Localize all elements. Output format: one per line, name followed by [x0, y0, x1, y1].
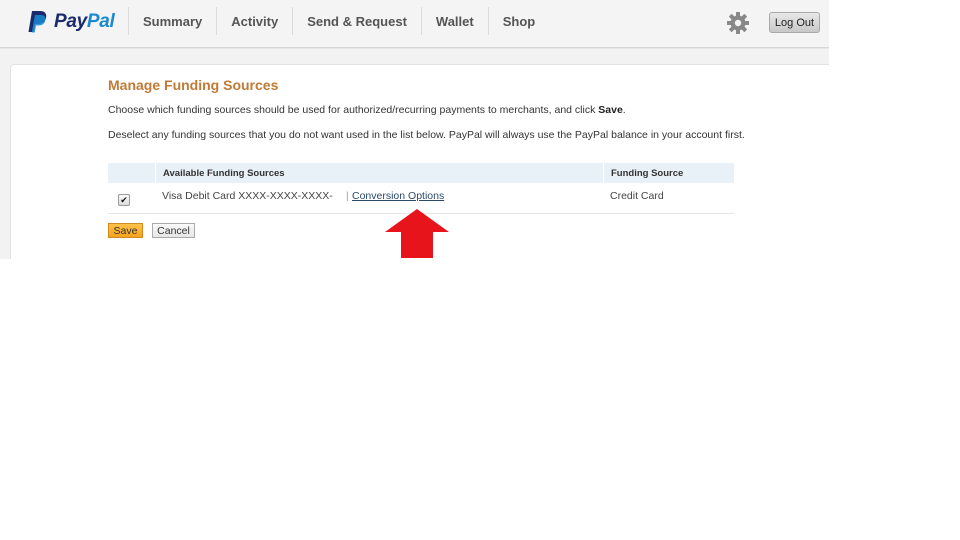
logo-pay: Pay	[54, 11, 87, 32]
cancel-button[interactable]: Cancel	[152, 223, 195, 238]
funding-sources-table: Available Funding Sources Funding Source…	[108, 163, 734, 214]
paypal-wordmark: PayPal	[54, 11, 115, 33]
paypal-logo[interactable]: PayPal	[28, 10, 115, 34]
instructions-text: Choose which funding sources should be u…	[108, 104, 626, 116]
nav-activity[interactable]: Activity	[216, 7, 292, 35]
browser-page: PayPal Summary Activity Send & Request W…	[0, 0, 829, 259]
nav-send-request[interactable]: Send & Request	[292, 7, 421, 35]
blank-area-bottom	[0, 259, 960, 540]
header-funding-source: Funding Source	[611, 168, 684, 179]
instructions-text-start: Choose which funding sources should be u…	[108, 104, 599, 116]
main-nav: Summary Activity Send & Request Wallet S…	[128, 6, 549, 42]
logout-button[interactable]: Log Out	[769, 12, 820, 33]
red-arrow-up-icon	[385, 209, 449, 258]
instructions-save-word: Save	[598, 104, 623, 116]
header-select-column	[108, 163, 156, 183]
logo-pal: Pal	[86, 11, 115, 32]
nav-summary[interactable]: Summary	[128, 7, 216, 35]
conversion-options-link[interactable]: Conversion Options	[352, 190, 444, 202]
instructions-text-end: .	[622, 104, 626, 116]
page-title: Manage Funding Sources	[108, 77, 279, 93]
separator: |	[346, 191, 349, 202]
gear-icon[interactable]	[726, 11, 750, 35]
funding-source-checkbox[interactable]: ✔	[118, 194, 130, 206]
table-header: Available Funding Sources Funding Source	[108, 163, 734, 183]
funding-source-name: Visa Debit Card XXXX-XXXX-XXXX-	[162, 190, 333, 202]
nav-wallet[interactable]: Wallet	[420, 7, 488, 35]
save-button[interactable]: Save	[108, 223, 143, 238]
nav-shop[interactable]: Shop	[487, 7, 550, 35]
header-available-funding-sources: Available Funding Sources	[163, 168, 285, 179]
deselect-note: Deselect any funding sources that you do…	[108, 129, 745, 141]
top-navigation-bar: PayPal Summary Activity Send & Request W…	[0, 0, 829, 48]
header-divider	[603, 163, 604, 183]
paypal-p-icon	[28, 11, 47, 33]
funding-source-type: Credit Card	[610, 190, 664, 202]
